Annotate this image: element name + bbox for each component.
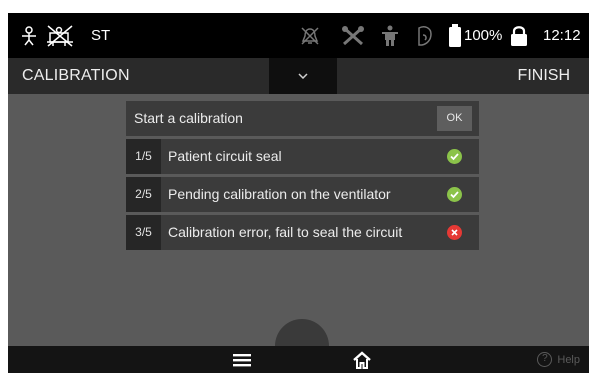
check-icon bbox=[447, 149, 462, 164]
alarm-off-icon bbox=[300, 13, 320, 58]
check-icon bbox=[447, 187, 462, 202]
device-screen: ST 100% 12:12 CALIBRATION FINISH Start a… bbox=[8, 13, 589, 373]
home-icon bbox=[353, 350, 371, 369]
step-label: Calibration error, fail to seal the circ… bbox=[168, 224, 403, 240]
calibration-panel: Start a calibration OK 1/5 Patient circu… bbox=[126, 101, 479, 250]
page-title: CALIBRATION bbox=[22, 67, 130, 84]
patient-icon bbox=[18, 13, 40, 58]
home-button[interactable] bbox=[349, 346, 375, 373]
lock-icon bbox=[510, 13, 528, 58]
finish-button[interactable]: FINISH bbox=[518, 58, 570, 94]
menu-button[interactable] bbox=[230, 346, 254, 373]
calibration-step: 1/5 Patient circuit seal bbox=[126, 139, 479, 174]
help-label: Help bbox=[557, 353, 580, 366]
panel-header: Start a calibration OK bbox=[126, 101, 479, 136]
step-number: 2/5 bbox=[126, 177, 161, 212]
battery-level: 100% bbox=[464, 27, 503, 44]
face-mask-icon bbox=[415, 13, 435, 58]
calibration-step: 3/5 Calibration error, fail to seal the … bbox=[126, 215, 479, 250]
error-icon bbox=[447, 225, 462, 240]
help-icon: ? bbox=[537, 352, 553, 367]
status-bar: ST 100% 12:12 bbox=[8, 13, 589, 58]
battery-icon bbox=[448, 13, 462, 58]
menu-icon bbox=[233, 353, 251, 366]
clock: 12:12 bbox=[543, 27, 581, 44]
expand-toggle-button[interactable] bbox=[269, 58, 337, 94]
chevron-down-icon bbox=[298, 73, 308, 79]
help-button[interactable]: ? Help bbox=[537, 346, 580, 373]
step-label: Patient circuit seal bbox=[168, 148, 282, 164]
person-icon bbox=[381, 13, 399, 58]
ok-button[interactable]: OK bbox=[437, 106, 472, 131]
step-number: 1/5 bbox=[126, 139, 161, 174]
step-number: 3/5 bbox=[126, 215, 161, 250]
bottom-bar: ? Help bbox=[8, 346, 589, 373]
calibration-step: 2/5 Pending calibration on the ventilato… bbox=[126, 177, 479, 212]
tools-icon bbox=[341, 13, 365, 58]
title-bar: CALIBRATION FINISH bbox=[8, 58, 589, 94]
mode-label: ST bbox=[91, 27, 111, 44]
step-label: Pending calibration on the ventilator bbox=[168, 186, 391, 202]
panel-header-label: Start a calibration bbox=[134, 110, 243, 126]
patient-disconnected-icon bbox=[45, 13, 75, 58]
